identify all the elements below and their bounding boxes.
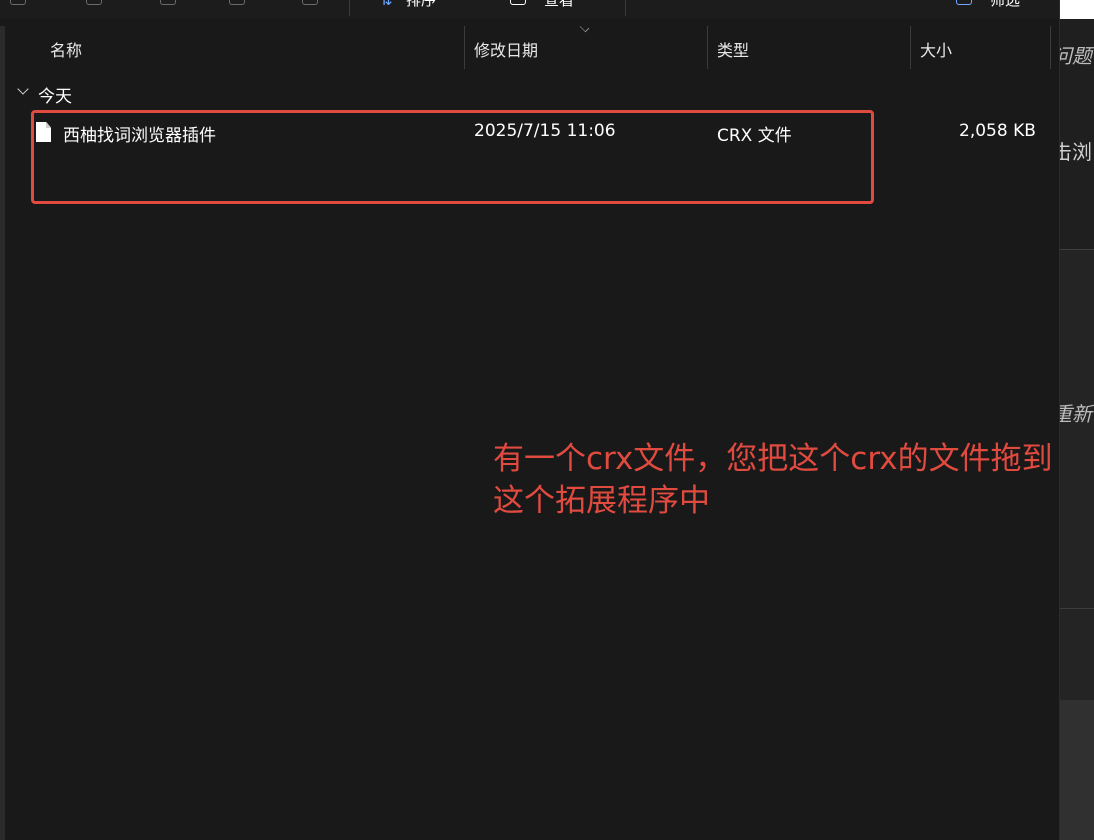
annotation-text: 有一个crx文件，您把这个crx的文件拖到这个拓展程序中 — [493, 441, 1053, 519]
column-type-label: 类型 — [717, 41, 750, 60]
background-divider — [1060, 249, 1094, 250]
chevron-down-icon[interactable] — [17, 83, 29, 95]
background-footer — [1060, 700, 1094, 840]
view-button[interactable]: 查看 — [544, 0, 574, 10]
file-size: 2,058 KB — [959, 121, 1036, 141]
column-size-label: 大小 — [920, 41, 953, 60]
screen: ⇅ 排序 查看 筛选 名称 修改日期 类型 大小 今天 西柚找词浏览器插件 20… — [0, 0, 1094, 840]
toolbar-separator — [349, 0, 350, 16]
background-window: 问题 击浏 重新 — [1060, 0, 1094, 840]
group-label: 今天 — [38, 87, 72, 107]
command-bar: ⇅ 排序 查看 筛选 — [0, 0, 1059, 18]
cut-icon[interactable] — [10, 0, 26, 5]
column-name[interactable]: 名称 — [5, 26, 465, 69]
copy-icon[interactable] — [86, 0, 102, 5]
file-explorer-window: ⇅ 排序 查看 筛选 名称 修改日期 类型 大小 今天 西柚找词浏览器插件 20… — [0, 0, 1060, 840]
navigation-pane-edge[interactable] — [0, 26, 5, 840]
toolbar-separator — [625, 0, 626, 16]
highlight-box — [31, 110, 874, 204]
filter-icon[interactable] — [956, 0, 972, 5]
background-window-top — [1060, 0, 1094, 19]
column-size[interactable]: 大小 — [911, 26, 1051, 69]
sort-icon[interactable]: ⇅ — [380, 0, 393, 9]
column-header: 名称 修改日期 类型 大小 — [5, 26, 1059, 69]
column-date-label: 修改日期 — [474, 41, 539, 60]
column-date-modified[interactable]: 修改日期 — [465, 26, 708, 69]
rename-icon[interactable] — [229, 0, 245, 5]
filter-button[interactable]: 筛选 — [990, 0, 1020, 10]
view-icon[interactable] — [510, 0, 526, 5]
background-text-fragment: 问题 — [1060, 44, 1092, 68]
background-text-fragment: 重新 — [1060, 402, 1092, 426]
delete-icon[interactable] — [302, 0, 318, 5]
background-divider — [1060, 608, 1094, 609]
column-type[interactable]: 类型 — [708, 26, 911, 69]
paste-icon[interactable] — [160, 0, 176, 5]
sort-button[interactable]: 排序 — [406, 0, 436, 10]
column-name-label: 名称 — [50, 41, 83, 60]
background-text-fragment: 击浏 — [1060, 140, 1092, 164]
